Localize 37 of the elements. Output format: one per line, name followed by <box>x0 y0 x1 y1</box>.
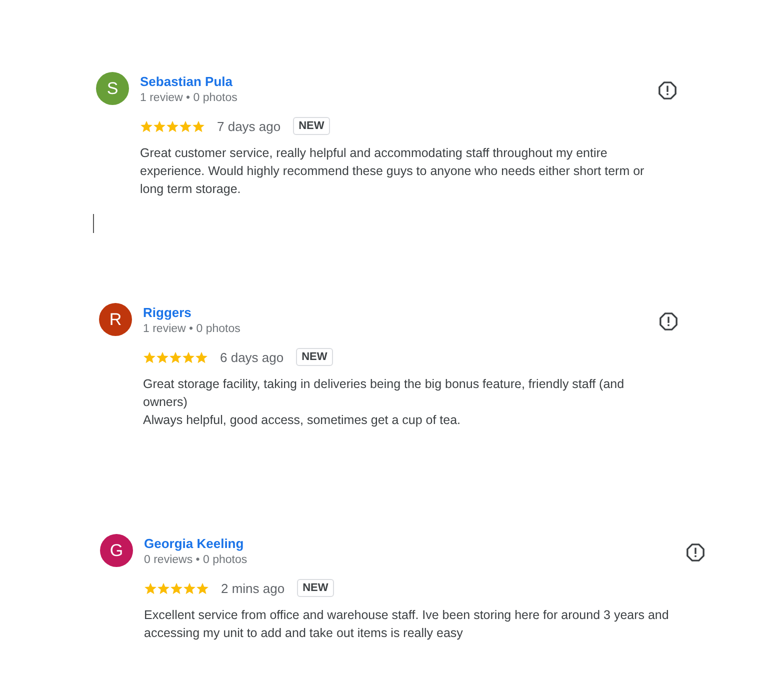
star-icon <box>157 582 170 594</box>
star-icon <box>166 120 179 132</box>
reviewer-name[interactable]: Georgia Keeling <box>144 535 244 552</box>
new-badge: NEW <box>292 117 330 135</box>
avatar[interactable]: G <box>100 534 133 567</box>
star-icon <box>192 120 205 132</box>
reviewer-name[interactable]: Riggers <box>143 304 192 321</box>
reviewer-stats: 0 reviews • 0 photos <box>144 553 248 568</box>
text-cursor <box>93 214 94 233</box>
star-icon <box>170 582 183 594</box>
star-icon <box>169 350 182 364</box>
report-icon[interactable] <box>659 312 678 331</box>
star-icon <box>182 350 195 364</box>
review-text: Great customer service, really helpful and accommodating staff throughout my entire experience. Would highly recommend these guys to anyone who needs either short term or long term storage. <box>140 145 646 198</box>
report-icon[interactable] <box>658 81 677 100</box>
reviewer-stats: 1 review • 0 photos <box>140 91 238 106</box>
star-icon <box>140 120 153 132</box>
review-time: 2 mins ago <box>221 580 285 596</box>
avatar[interactable]: S <box>96 72 129 105</box>
review-text: Excellent service from office and warehouse staff. Ive been storing here for around 3 years and accessing my unit to add and take out items is really easy <box>144 607 670 642</box>
star-icon <box>144 582 157 594</box>
review-time: 6 days ago <box>220 350 284 364</box>
new-badge: NEW <box>296 348 334 366</box>
star-icon <box>153 120 166 132</box>
reviewer-stats: 1 review • 0 photos <box>143 322 240 337</box>
avatar[interactable]: R <box>99 303 132 336</box>
review-time: 7 days ago <box>217 118 281 134</box>
star-icon <box>156 350 169 364</box>
new-badge: NEW <box>296 579 334 597</box>
report-icon[interactable] <box>686 543 705 562</box>
star-icon <box>143 350 156 364</box>
star-icon <box>183 582 196 594</box>
reviewer-name[interactable]: Sebastian Pula <box>140 73 232 90</box>
star-icon <box>196 582 209 594</box>
star-icon <box>179 120 192 132</box>
review-text: Great storage facility, taking in deliveries being the big bonus feature, friendly staff (and owners) Always helpful, good access, sometimes get a cup of tea. <box>143 376 626 429</box>
star-icon <box>195 350 208 364</box>
